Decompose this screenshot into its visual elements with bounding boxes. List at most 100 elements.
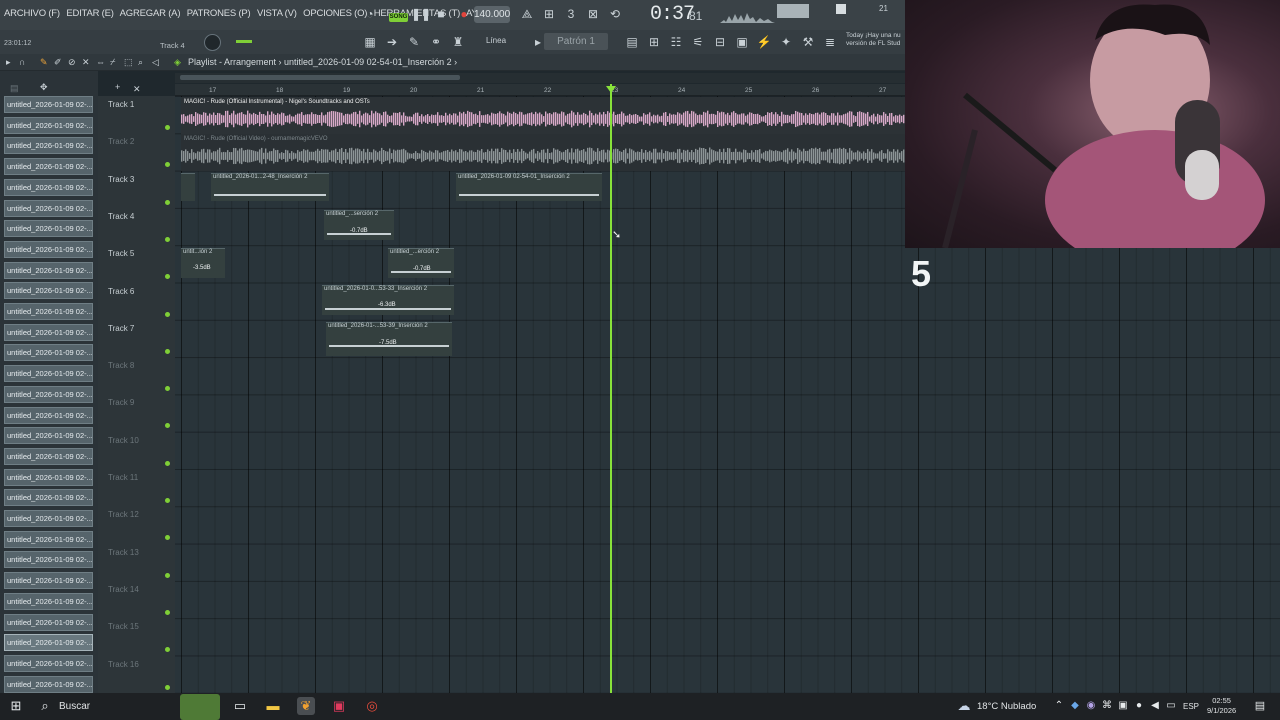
plug-icon[interactable]: ⚡ (755, 33, 773, 51)
track-mute-led[interactable] (165, 199, 170, 205)
magnet-icon[interactable]: ∩ (19, 57, 25, 67)
menu-vista[interactable]: VISTA (V) (257, 8, 297, 19)
stop-icon[interactable]: ■ (432, 5, 450, 23)
wait-input-icon[interactable]: ⊞ (540, 5, 558, 23)
menu-opciones[interactable]: OPCIONES (O) (303, 8, 367, 19)
fl-studio-icon[interactable]: ❦ (297, 697, 315, 715)
news-panel[interactable]: Today ¡Hay una nu versión de FL Stud (846, 32, 908, 48)
clip-list-item[interactable]: untitled_2026-01-09 02-... (4, 510, 93, 527)
slip-icon[interactable]: ⇔ (96, 57, 105, 67)
playback-icon[interactable]: ◁ (152, 57, 159, 68)
clip-list-item[interactable]: untitled_2026-01-09 02-... (4, 447, 93, 465)
weather-text[interactable]: 18°C Nublado (977, 701, 1036, 712)
widgets-icon[interactable] (180, 694, 220, 720)
clip-list-item[interactable]: untitled_2026-01-09 02-... (4, 158, 93, 176)
draw-icon[interactable]: ✎ (405, 33, 423, 51)
tools-icon[interactable]: ✦ (777, 33, 795, 51)
language-indicator[interactable]: ESP (1183, 702, 1199, 711)
mute-icon[interactable]: ✕ (82, 57, 90, 68)
clip-list-item[interactable]: untitled_2026-01-09 02-... (4, 96, 93, 113)
clip-list-item[interactable]: untitled_2026-01-09 02-... (4, 613, 93, 631)
pause-icon[interactable]: ❚❚ (411, 5, 431, 23)
clip-list-item[interactable]: untitled_2026-01-09 02-... (4, 365, 93, 383)
metronome-icon[interactable]: ⟁ (518, 5, 536, 23)
time-display[interactable]: 0:37 (650, 3, 695, 26)
select-icon[interactable]: ⬚ (124, 57, 133, 68)
track-mute-led[interactable] (165, 125, 170, 130)
system-clock[interactable]: 02:55 9/1/2026 (1207, 696, 1236, 716)
clip-list-item[interactable]: untitled_2026-01-09 02-... (4, 240, 93, 258)
track-name[interactable]: Track 12 (108, 510, 139, 519)
windows-start-icon[interactable]: ⊞ (7, 697, 25, 715)
track-name[interactable]: Track 5 (108, 249, 134, 258)
track-name[interactable]: Track 4 (108, 212, 134, 221)
clip-list-item[interactable]: untitled_2026-01-09 02-... (4, 427, 93, 445)
breadcrumb[interactable]: Playlist - Arrangement › untitled_2026-0… (188, 57, 457, 67)
loop-record-icon[interactable]: ⟲ (606, 5, 624, 23)
collapse-icon[interactable]: ✕ (133, 84, 141, 95)
track-name[interactable]: Track 1 (108, 100, 134, 109)
track-mute-led[interactable] (165, 311, 170, 317)
countdown-icon[interactable]: 3 (562, 5, 580, 23)
track-name[interactable]: Track 10 (108, 436, 139, 445)
track-name[interactable]: Track 11 (108, 473, 138, 482)
scrollbar-thumb[interactable] (180, 75, 460, 80)
track-name[interactable]: Track 2 (108, 137, 134, 146)
browser-move-icon[interactable]: ✥ (40, 82, 48, 93)
clip-list-item[interactable]: untitled_2026-01-09 02-... (4, 178, 93, 196)
slice-icon[interactable]: ⌿ (110, 57, 115, 68)
wrench-icon[interactable]: ⚒ (799, 33, 817, 51)
clip-list-item[interactable]: untitled_2026-01-09 02-... (4, 406, 93, 424)
track-name[interactable]: Track 9 (108, 398, 134, 407)
piano-roll-view-icon[interactable]: ⚟ (689, 33, 707, 51)
track-mute-led[interactable] (165, 348, 170, 354)
clip-list-item[interactable]: untitled_2026-01-09 02-... (4, 199, 93, 217)
song-mode-toggle[interactable]: SONG (389, 13, 408, 22)
weather-icon[interactable]: ☁ (955, 697, 973, 715)
track-name[interactable]: Track 15 (108, 622, 139, 631)
menu-archivo[interactable]: ARCHIVO (F) (4, 8, 60, 19)
clip-list-item[interactable]: untitled_2026-01-09 02-... (4, 654, 93, 672)
master-volume-slider[interactable] (236, 40, 252, 43)
track-mute-led[interactable] (165, 460, 170, 466)
clip-list-item[interactable]: untitled_2026-01-09 02-... (4, 489, 93, 507)
pattern-selector[interactable]: Patrón 1 (544, 33, 608, 50)
stamp-icon[interactable]: ♜ (449, 33, 467, 51)
news-icon[interactable]: ≣ (821, 33, 839, 51)
pencil-icon[interactable]: ✎ (40, 57, 48, 68)
channel-rack-icon[interactable]: ⊞ (645, 33, 663, 51)
track-mute-led[interactable] (165, 684, 170, 690)
notifications-icon[interactable]: ▤ (1251, 697, 1269, 715)
record-mode-icon[interactable]: ◔ (361, 5, 379, 23)
clip-list-item[interactable]: untitled_2026-01-09 02-... (4, 261, 93, 279)
step-edit-icon[interactable]: ⊠ (584, 5, 602, 23)
playhead-marker[interactable] (606, 86, 616, 93)
browser-icon[interactable]: ⊟ (711, 33, 729, 51)
track-mute-led[interactable] (165, 609, 170, 615)
clip-list-item[interactable]: untitled_2026-01-09 02-... (4, 592, 93, 610)
clip-list-item[interactable]: untitled_2026-01-09 02-... (4, 220, 93, 238)
clip-list-item[interactable]: untitled_2026-01-09 02-... (4, 385, 93, 403)
clip-list-item[interactable]: untitled_2026-01-09 02-... (4, 323, 93, 341)
snap-selector[interactable]: Línea (486, 36, 506, 45)
track-name[interactable]: Track 3 (108, 175, 134, 184)
piano-roll-icon[interactable]: ▦ (361, 33, 379, 51)
track-name[interactable]: Track 7 (108, 324, 134, 333)
plugin-icon[interactable]: ▣ (733, 33, 751, 51)
task-view-icon[interactable]: ▭ (231, 697, 249, 715)
menu-arrow-icon[interactable]: ▸ (6, 57, 11, 68)
track-mute-led[interactable] (165, 236, 170, 242)
clip-list-item[interactable]: untitled_2026-01-09 02-... (4, 530, 93, 548)
delete-icon[interactable]: ⊘ (68, 57, 76, 68)
playlist-icon[interactable]: ▤ (623, 33, 641, 51)
track-name[interactable]: Track 8 (108, 361, 134, 370)
mixer-icon[interactable]: ☷ (667, 33, 685, 51)
file-explorer-icon[interactable]: ▬ (264, 697, 282, 715)
paint-icon[interactable]: ✐ (54, 57, 62, 68)
audio-clip[interactable] (181, 173, 195, 201)
arrow-right-icon[interactable]: ➔ (383, 33, 401, 51)
clip-list-item[interactable]: untitled_2026-01-09 02-... (4, 551, 93, 569)
clip-list-item[interactable]: untitled_2026-01-09 02-... (4, 572, 93, 590)
clip-list-item[interactable]: untitled_2026-01-09 02-... (4, 675, 93, 693)
arrangement-icon[interactable]: ◈ (174, 57, 181, 68)
